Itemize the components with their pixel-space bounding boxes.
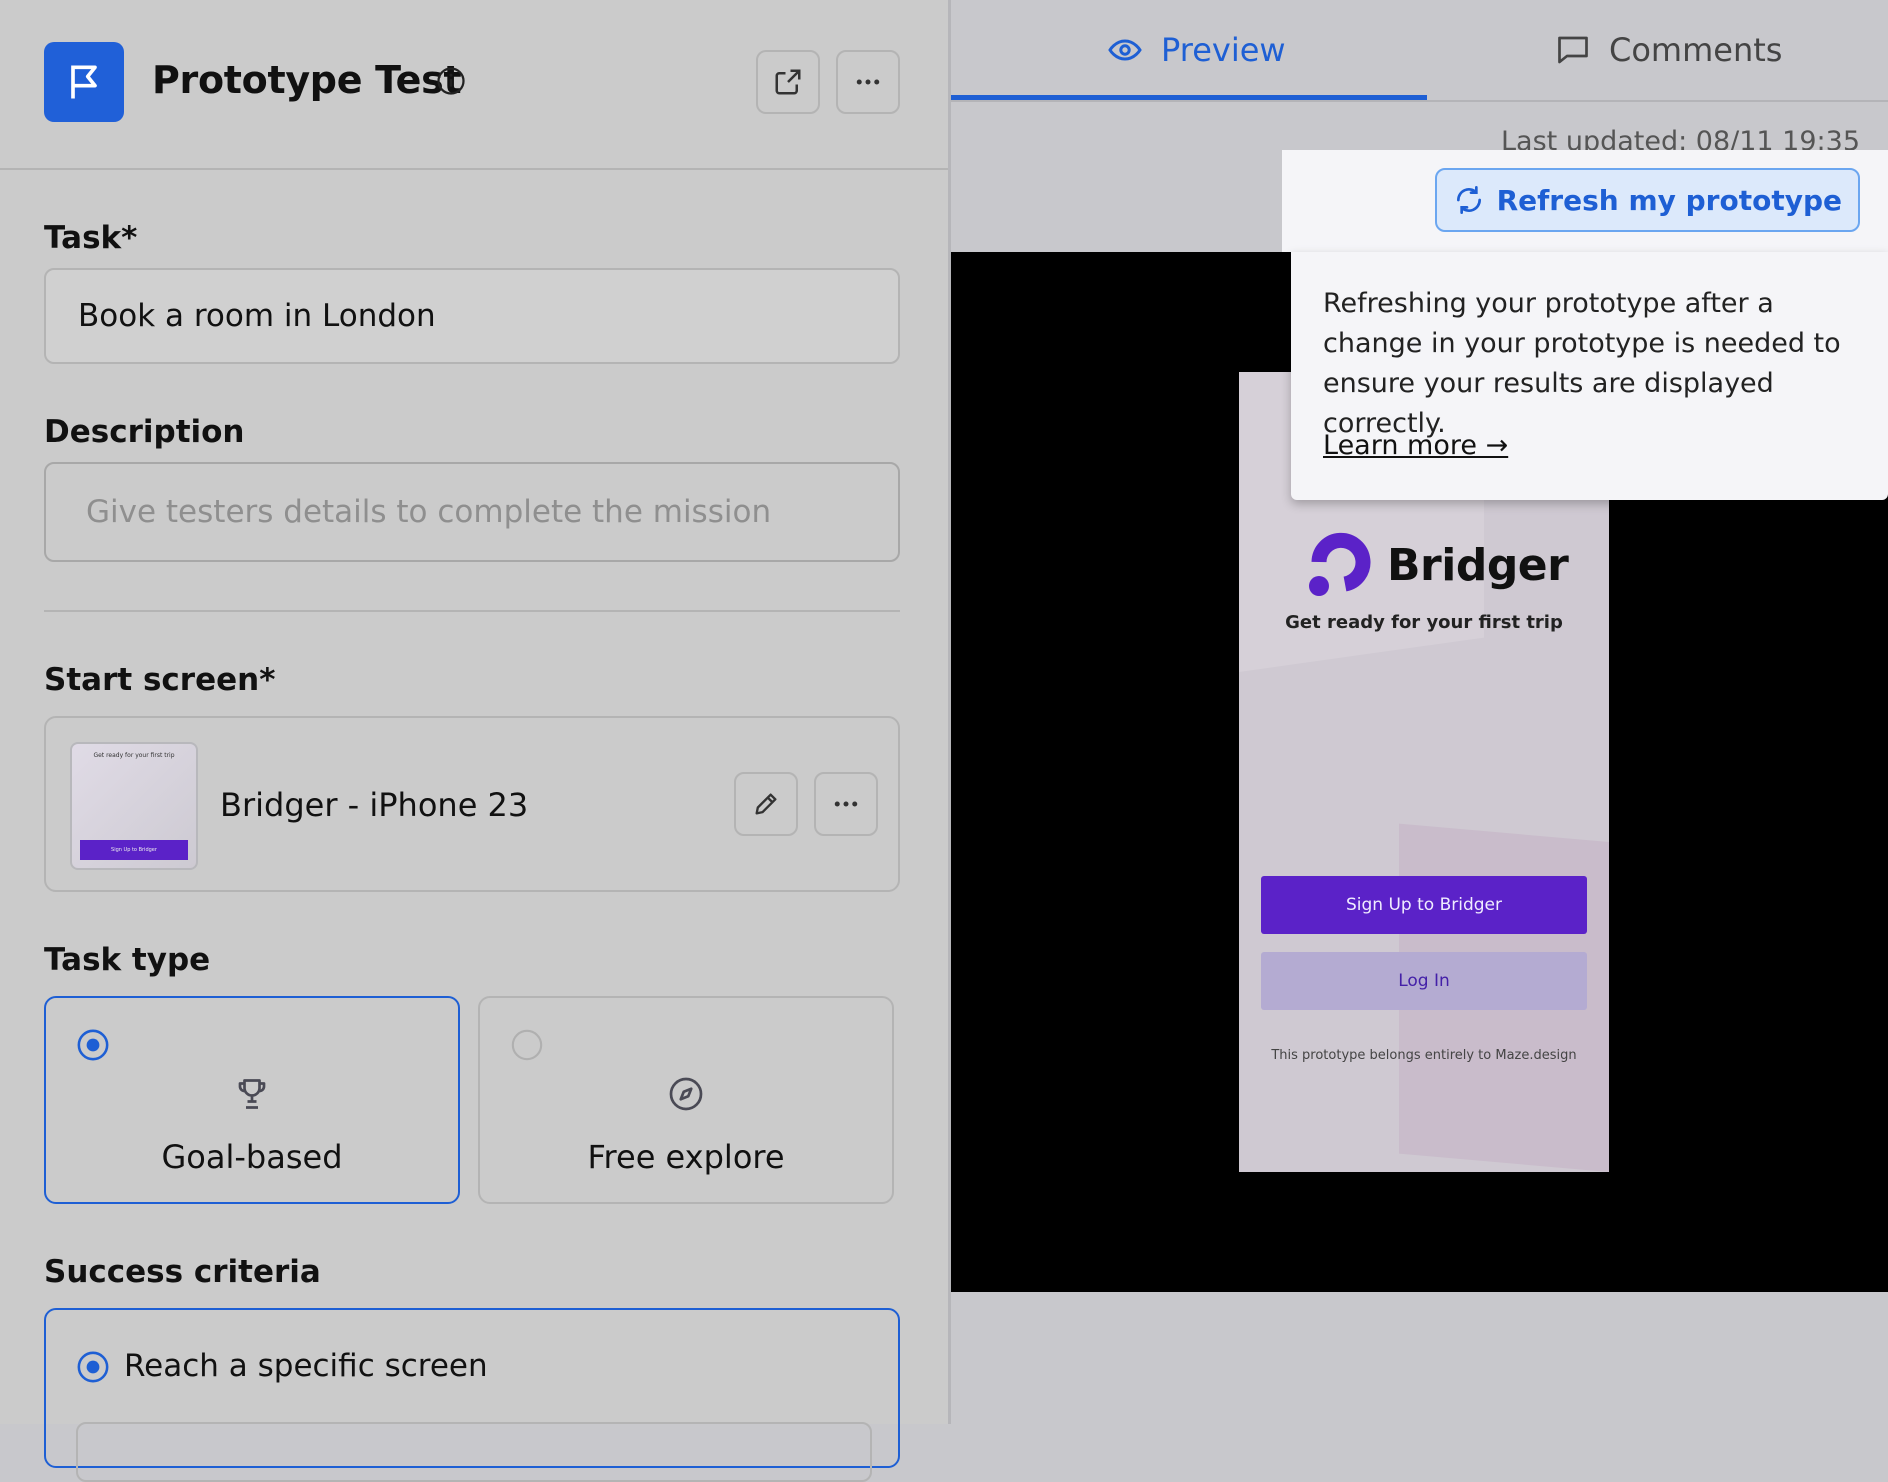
thumbnail-tagline: Get ready for your first trip xyxy=(93,752,175,759)
description-placeholder: Give testers details to complete the mis… xyxy=(86,494,772,530)
tab-preview[interactable]: Preview xyxy=(1107,0,1286,100)
refresh-highlight: Refresh my prototype xyxy=(1282,150,1888,252)
active-tab-indicator xyxy=(951,95,1427,100)
brand-name: Bridger xyxy=(1387,539,1569,591)
refresh-prototype-button[interactable]: Refresh my prototype xyxy=(1434,168,1860,232)
open-external-button[interactable] xyxy=(756,50,820,114)
pencil-icon xyxy=(755,793,777,815)
task-type-goal-based[interactable]: Goal-based xyxy=(44,996,460,1204)
success-criteria-label: Success criteria xyxy=(44,1254,321,1290)
more-dots-icon xyxy=(834,801,858,807)
start-screen-card[interactable]: Get ready for your first trip Sign Up to… xyxy=(44,716,900,892)
task-type-free-explore[interactable]: Free explore xyxy=(478,996,894,1204)
task-type-label-goal: Goal-based xyxy=(161,1138,343,1176)
compass-icon xyxy=(669,1077,703,1111)
preview-panel: Preview Comments Last updated: 08/11 19:… xyxy=(951,0,1888,1424)
learn-more-link[interactable]: Learn more → xyxy=(1323,430,1508,461)
success-criteria-card[interactable]: Reach a specific screen xyxy=(44,1308,900,1482)
refresh-label: Refresh my prototype xyxy=(1496,183,1842,217)
more-dots-icon xyxy=(856,79,880,85)
tooltip-text: Refreshing your prototype after a change… xyxy=(1323,288,1841,439)
screen-selector[interactable] xyxy=(76,1422,872,1482)
edit-screen-button[interactable] xyxy=(734,772,798,836)
divider xyxy=(44,610,900,612)
task-input-value: Book a room in London xyxy=(78,298,436,334)
tab-comments-label: Comments xyxy=(1609,31,1783,69)
comment-icon xyxy=(1558,36,1588,64)
page-title: Prototype Test xyxy=(152,58,462,102)
criteria-option-label: Reach a specific screen xyxy=(124,1348,488,1384)
tab-preview-label: Preview xyxy=(1161,31,1286,69)
bridger-logo-icon xyxy=(1309,532,1371,596)
trophy-icon xyxy=(238,1079,266,1109)
screen-name: Bridger - iPhone 23 xyxy=(220,786,529,824)
task-type-label: Task type xyxy=(44,942,211,978)
refresh-icon xyxy=(1456,186,1481,214)
description-input[interactable]: Give testers details to complete the mis… xyxy=(44,462,900,562)
eye-icon xyxy=(1108,39,1142,61)
start-screen-label: Start screen* xyxy=(44,662,276,698)
radio-selected-icon[interactable] xyxy=(76,1028,110,1062)
screen-more-button[interactable] xyxy=(814,772,878,836)
panel-header: Prototype Test xyxy=(0,0,948,170)
screen-thumbnail: Get ready for your first trip Sign Up to… xyxy=(70,742,198,870)
task-label: Task* xyxy=(44,220,138,256)
more-options-button[interactable] xyxy=(836,50,900,114)
task-type-label-free: Free explore xyxy=(587,1138,785,1176)
refresh-tooltip: Refreshing your prototype after a change… xyxy=(1291,252,1888,500)
radio-unselected-icon[interactable] xyxy=(510,1028,544,1062)
signup-button[interactable]: Sign Up to Bridger xyxy=(1261,876,1587,934)
brand-row: Bridger xyxy=(1305,532,1569,598)
prototype-footer: This prototype belongs entirely to Maze.… xyxy=(1271,1048,1577,1063)
login-button[interactable]: Log In xyxy=(1261,952,1587,1010)
thumbnail-button: Sign Up to Bridger xyxy=(80,840,188,860)
tab-comments[interactable]: Comments xyxy=(1555,0,1782,100)
info-icon[interactable] xyxy=(436,66,466,96)
radio-selected-icon[interactable] xyxy=(76,1350,110,1384)
tagline: Get ready for your first trip xyxy=(1285,612,1563,633)
flag-icon xyxy=(44,42,124,122)
tab-bar: Preview Comments xyxy=(951,0,1888,102)
external-link-icon xyxy=(775,69,801,95)
description-label: Description xyxy=(44,414,245,450)
task-input[interactable]: Book a room in London xyxy=(44,268,900,364)
task-editor-panel: Prototype Test Task* Book a room in Lond… xyxy=(0,0,948,1482)
